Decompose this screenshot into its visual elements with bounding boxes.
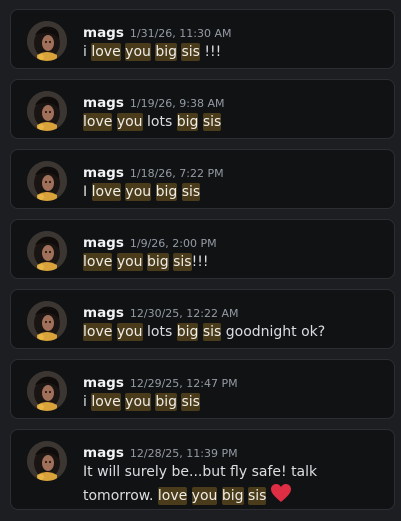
message-header: mags 12/29/25, 12:47 PM [83, 372, 238, 391]
author-name[interactable]: mags [83, 25, 124, 41]
message-card[interactable]: mags 12/28/25, 11:39 PM It will surely be.… [10, 429, 395, 510]
message-text: I love you big sis [83, 181, 383, 203]
author-name[interactable]: mags [83, 95, 124, 111]
search-match-highlight: love [83, 253, 113, 271]
message-card[interactable]: mags 1/9/26, 2:00 PM love you big sis!!! [10, 219, 395, 279]
author-name[interactable]: mags [83, 165, 124, 181]
message-timestamp: 12/29/25, 12:47 PM [129, 377, 238, 390]
search-match-highlight: sis [202, 113, 222, 131]
message-header: mags 1/18/26, 7:22 PM [83, 162, 224, 181]
search-match-highlight: big [221, 487, 244, 505]
search-match-highlight: big [155, 393, 178, 411]
search-match-highlight: you [116, 253, 143, 271]
user-avatar-icon[interactable] [27, 301, 67, 341]
search-match-highlight: sis [181, 43, 200, 61]
message-header: mags 12/28/25, 11:39 PM [83, 442, 238, 461]
user-avatar-icon[interactable] [27, 231, 67, 271]
user-avatar-icon[interactable] [27, 441, 67, 481]
message-text-segment: !!! [199, 44, 222, 60]
author-name[interactable]: mags [83, 445, 124, 461]
search-match-highlight: sis [173, 253, 192, 271]
search-match-highlight: love [91, 43, 121, 61]
search-results-list: mags 1/31/26, 11:30 AM i love you big sis … [0, 0, 401, 521]
search-match-highlight: big [155, 183, 178, 201]
user-avatar-icon[interactable] [27, 91, 67, 131]
message-header: mags 1/9/26, 2:00 PM [83, 232, 217, 251]
message-text-segment: !!! [191, 254, 209, 270]
search-match-highlight: sis [181, 393, 200, 411]
message-text: love you big sis!!! [83, 251, 383, 273]
message-timestamp: 1/9/26, 2:00 PM [129, 237, 217, 250]
message-text: i love you big sis !!! [83, 41, 383, 63]
author-name[interactable]: mags [83, 305, 124, 321]
author-name[interactable]: mags [83, 375, 124, 391]
message-timestamp: 1/19/26, 9:38 AM [129, 97, 225, 110]
search-match-highlight: you [125, 393, 151, 411]
search-match-highlight: sis [202, 323, 222, 341]
message-timestamp: 1/18/26, 7:22 PM [129, 167, 224, 180]
search-match-highlight: love [91, 393, 121, 411]
message-card[interactable]: mags 12/29/25, 12:47 PM i love you big sis [10, 359, 395, 419]
message-text-segment: lots [142, 324, 177, 340]
search-match-highlight: sis [247, 487, 267, 505]
message-text-segment: goodnight ok? [221, 324, 326, 340]
message-header: mags 12/30/25, 12:22 AM [83, 302, 239, 321]
user-avatar-icon[interactable] [27, 161, 67, 201]
message-header: mags 1/31/26, 11:30 AM [83, 22, 232, 41]
red-heart-icon [270, 483, 292, 510]
search-match-highlight: big [176, 113, 199, 131]
search-match-highlight: love [91, 183, 121, 201]
message-text: love you lots big sis goodnight ok? [83, 321, 383, 343]
message-text-segment: lots [142, 114, 177, 130]
message-text-segment [151, 184, 155, 200]
search-match-highlight: you [125, 183, 152, 201]
message-text: It will surely be...but fly safe! talk t… [83, 461, 383, 510]
search-match-highlight: you [116, 323, 143, 341]
search-match-highlight: love [83, 113, 113, 131]
message-text: love you lots big sis [83, 111, 383, 133]
search-match-highlight: you [125, 43, 151, 61]
search-match-highlight: sis [181, 183, 201, 201]
message-card[interactable]: mags 1/19/26, 9:38 AM love you lots big si… [10, 79, 395, 139]
message-text-segment [187, 488, 191, 504]
message-card[interactable]: mags 12/30/25, 12:22 AM love you lots big … [10, 289, 395, 349]
search-match-highlight: you [116, 113, 143, 131]
message-card[interactable]: mags 1/18/26, 7:22 PM I love you big sis [10, 149, 395, 209]
message-timestamp: 12/28/25, 11:39 PM [129, 447, 238, 460]
message-card[interactable]: mags 1/31/26, 11:30 AM i love you big sis … [10, 9, 395, 69]
search-match-highlight: love [83, 323, 113, 341]
search-match-highlight: big [147, 253, 169, 271]
message-timestamp: 1/31/26, 11:30 AM [129, 27, 232, 40]
search-match-highlight: love [157, 487, 188, 505]
search-match-highlight: you [191, 487, 218, 505]
search-match-highlight: big [176, 323, 199, 341]
message-timestamp: 12/30/25, 12:22 AM [129, 307, 239, 320]
author-name[interactable]: mags [83, 235, 124, 251]
message-text-segment: I [83, 184, 92, 200]
message-text: i love you big sis [83, 391, 383, 413]
search-match-highlight: big [155, 43, 178, 61]
user-avatar-icon[interactable] [27, 371, 67, 411]
user-avatar-icon[interactable] [27, 21, 67, 61]
message-header: mags 1/19/26, 9:38 AM [83, 92, 225, 111]
